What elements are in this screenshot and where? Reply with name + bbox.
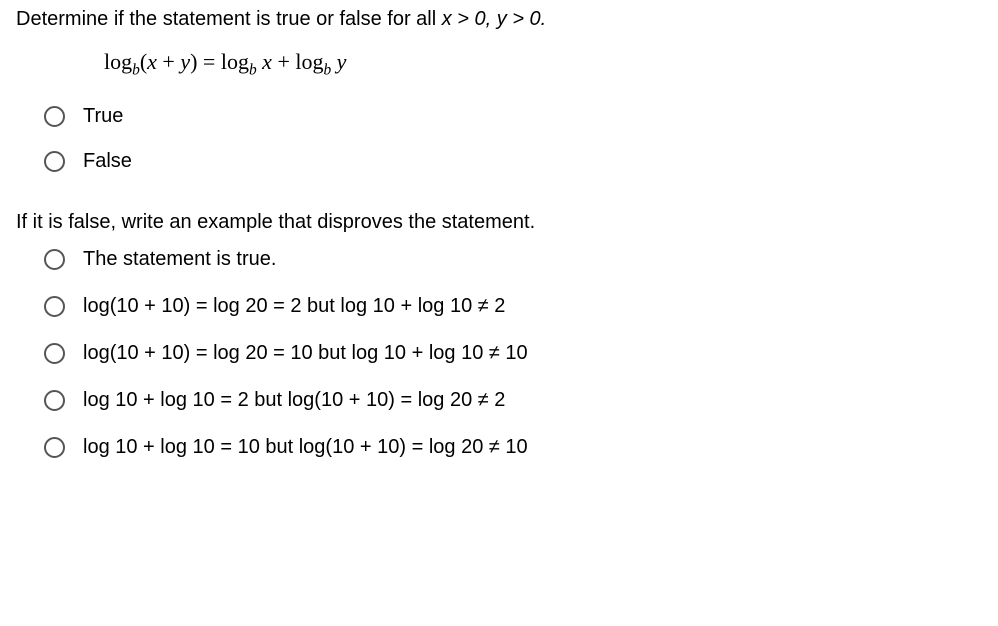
question2-prompt: If it is false, write an example that di… <box>16 211 982 234</box>
question1-prompt-text: Determine if the statement is true or fa… <box>16 8 442 30</box>
option-label: log(10 + 10) = log 20 = 2 but log 10 + l… <box>83 295 505 318</box>
option-label: The statement is true. <box>83 248 276 271</box>
option-false[interactable]: False <box>44 150 982 173</box>
option-example-3[interactable]: log 10 + log 10 = 2 but log(10 + 10) = l… <box>44 389 982 412</box>
radio-icon <box>44 249 65 270</box>
radio-icon <box>44 437 65 458</box>
option-example-2[interactable]: log(10 + 10) = log 20 = 10 but log 10 + … <box>44 342 982 365</box>
option-label: log(10 + 10) = log 20 = 10 but log 10 + … <box>83 342 528 365</box>
option-label: log 10 + log 10 = 10 but log(10 + 10) = … <box>83 436 528 459</box>
question1-prompt: Determine if the statement is true or fa… <box>16 8 982 31</box>
question1-equation: logb(x + y) = logb x + logb y <box>104 49 982 79</box>
option-true[interactable]: True <box>44 105 982 128</box>
radio-icon <box>44 343 65 364</box>
radio-icon <box>44 296 65 317</box>
option-label: False <box>83 150 132 173</box>
option-example-4[interactable]: log 10 + log 10 = 10 but log(10 + 10) = … <box>44 436 982 459</box>
option-label: log 10 + log 10 = 2 but log(10 + 10) = l… <box>83 389 505 412</box>
question2-options: The statement is true. log(10 + 10) = lo… <box>44 248 982 459</box>
option-label: True <box>83 105 123 128</box>
question1-options: True False <box>44 105 982 173</box>
radio-icon <box>44 151 65 172</box>
question1-prompt-math: x > 0, y > 0. <box>442 8 547 30</box>
radio-icon <box>44 106 65 127</box>
radio-icon <box>44 390 65 411</box>
option-example-1[interactable]: log(10 + 10) = log 20 = 2 but log 10 + l… <box>44 295 982 318</box>
option-statement-true[interactable]: The statement is true. <box>44 248 982 271</box>
